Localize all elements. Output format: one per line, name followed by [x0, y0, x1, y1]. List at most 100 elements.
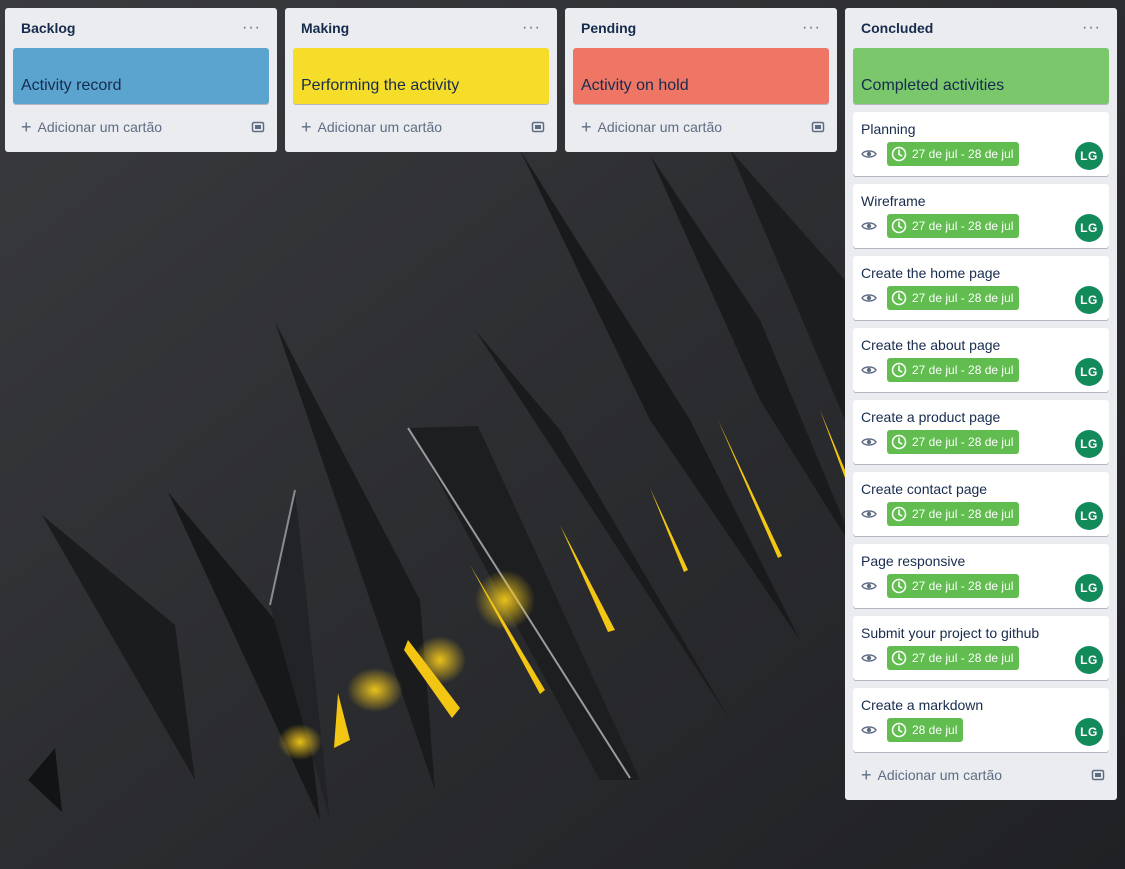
add-card-button[interactable]: + Adicionar um cartão	[293, 110, 549, 144]
due-date-text: 27 de jul - 28 de jul	[912, 219, 1014, 233]
card-badges: 27 de jul - 28 de jul	[861, 502, 1101, 526]
clock-icon	[891, 218, 907, 234]
due-date-text: 28 de jul	[912, 723, 958, 737]
due-date-badge[interactable]: 27 de jul - 28 de jul	[887, 502, 1020, 526]
avatar[interactable]: LG	[1075, 430, 1103, 458]
avatar[interactable]: LG	[1075, 358, 1103, 386]
list-header: Making ···	[293, 8, 549, 48]
plus-icon: +	[861, 765, 872, 785]
avatar[interactable]: LG	[1075, 502, 1103, 530]
card[interactable]: Create a product page 27 de jul - 28 de j…	[853, 400, 1109, 464]
card-title: Create a product page	[861, 409, 1001, 425]
card[interactable]: Create the about page 27 de jul - 28 de j…	[853, 328, 1109, 392]
add-card-button[interactable]: + Adicionar um cartão	[13, 110, 269, 144]
plus-icon: +	[301, 117, 312, 137]
list-menu-button[interactable]: ···	[518, 18, 545, 38]
card[interactable]: Wireframe 27 de jul - 28 de jul LG	[853, 184, 1109, 248]
clock-icon	[891, 722, 907, 738]
card-badges: 27 de jul - 28 de jul	[861, 358, 1101, 382]
card-title: Planning	[861, 121, 916, 137]
list-menu-button[interactable]: ···	[238, 18, 265, 38]
due-date-badge[interactable]: 27 de jul - 28 de jul	[887, 142, 1020, 166]
card-badges: 27 de jul - 28 de jul	[861, 430, 1101, 454]
card-badges: 27 de jul - 28 de jul	[861, 646, 1101, 670]
cover-card[interactable]: Activity record	[13, 48, 269, 104]
plus-icon: +	[21, 117, 32, 137]
card[interactable]: Create the home page 27 de jul - 28 de ju…	[853, 256, 1109, 320]
card-title: Wireframe	[861, 193, 926, 209]
card[interactable]: Create a markdown 28 de jul LG	[853, 688, 1109, 752]
clock-icon	[891, 578, 907, 594]
plus-icon: +	[581, 117, 592, 137]
eye-icon	[861, 654, 877, 662]
due-date-text: 27 de jul - 28 de jul	[912, 579, 1014, 593]
add-card-button[interactable]: + Adicionar um cartão	[853, 758, 1109, 792]
add-card-label: Adicionar um cartão	[37, 119, 163, 135]
clock-icon	[891, 434, 907, 450]
card-title: Page responsive	[861, 553, 966, 569]
due-date-badge[interactable]: 27 de jul - 28 de jul	[887, 214, 1020, 238]
card[interactable]: Planning 27 de jul - 28 de jul LG	[853, 112, 1109, 176]
card[interactable]: Create contact page 27 de jul - 28 de jul…	[853, 472, 1109, 536]
eye-icon	[861, 366, 877, 374]
avatar[interactable]: LG	[1075, 286, 1103, 314]
cover-card-label: Activity on hold	[581, 77, 689, 94]
eye-icon	[861, 438, 877, 446]
clock-icon	[891, 650, 907, 666]
due-date-badge[interactable]: 27 de jul - 28 de jul	[887, 574, 1020, 598]
add-card-content: + Adicionar um cartão	[861, 766, 1002, 784]
due-date-badge[interactable]: 27 de jul - 28 de jul	[887, 286, 1020, 310]
avatar[interactable]: LG	[1075, 718, 1103, 746]
eye-icon	[861, 726, 877, 734]
eye-icon	[861, 582, 877, 590]
add-card-content: + Adicionar um cartão	[581, 118, 722, 136]
list-title[interactable]: Backlog	[21, 20, 75, 36]
due-date-badge[interactable]: 27 de jul - 28 de jul	[887, 358, 1020, 382]
add-card-button[interactable]: + Adicionar um cartão	[573, 110, 829, 144]
list-title[interactable]: Making	[301, 20, 349, 36]
avatar[interactable]: LG	[1075, 646, 1103, 674]
template-icon[interactable]	[811, 120, 825, 134]
template-icon[interactable]	[251, 120, 265, 134]
avatar[interactable]: LG	[1075, 142, 1103, 170]
cover-card[interactable]: Performing the activity	[293, 48, 549, 104]
card[interactable]: Submit your project to github 27 de jul -…	[853, 616, 1109, 680]
cover-card-label: Activity record	[21, 77, 122, 94]
due-date-text: 27 de jul - 28 de jul	[912, 507, 1014, 521]
list-menu-button[interactable]: ···	[798, 18, 825, 38]
list-menu-button[interactable]: ···	[1078, 18, 1105, 38]
card-title: Create the home page	[861, 265, 1001, 281]
due-date-badge[interactable]: 28 de jul	[887, 718, 964, 742]
card-badges: 28 de jul	[861, 718, 1101, 742]
list-title[interactable]: Concluded	[861, 20, 933, 36]
list-header: Pending ···	[573, 8, 829, 48]
avatar[interactable]: LG	[1075, 574, 1103, 602]
due-date-text: 27 de jul - 28 de jul	[912, 435, 1014, 449]
template-icon[interactable]	[531, 120, 545, 134]
due-date-text: 27 de jul - 28 de jul	[912, 291, 1014, 305]
cover-card[interactable]: Completed activities	[853, 48, 1109, 104]
due-date-badge[interactable]: 27 de jul - 28 de jul	[887, 646, 1020, 670]
eye-icon	[861, 150, 877, 158]
card-badges: 27 de jul - 28 de jul	[861, 574, 1101, 598]
card-title: Submit your project to github	[861, 625, 1040, 641]
clock-icon	[891, 290, 907, 306]
card-badges: 27 de jul - 28 de jul	[861, 142, 1101, 166]
eye-icon	[861, 294, 877, 302]
card-list: Planning 27 de jul - 28 de jul LG Wireframe…	[853, 112, 1109, 752]
list-header: Concluded ···	[853, 8, 1109, 48]
list-header: Backlog ···	[13, 8, 269, 48]
add-card-content: + Adicionar um cartão	[301, 118, 442, 136]
card-title: Create the about page	[861, 337, 1001, 353]
due-date-badge[interactable]: 27 de jul - 28 de jul	[887, 430, 1020, 454]
list-making: Making ··· Performing the activity + Adi…	[285, 8, 557, 152]
avatar[interactable]: LG	[1075, 214, 1103, 242]
list-title[interactable]: Pending	[581, 20, 636, 36]
add-card-content: + Adicionar um cartão	[21, 118, 162, 136]
card[interactable]: Page responsive 27 de jul - 28 de jul LG	[853, 544, 1109, 608]
card-title: Create a markdown	[861, 697, 984, 713]
template-icon[interactable]	[1091, 768, 1105, 782]
cover-card[interactable]: Activity on hold	[573, 48, 829, 104]
eye-icon	[861, 510, 877, 518]
eye-icon	[861, 222, 877, 230]
